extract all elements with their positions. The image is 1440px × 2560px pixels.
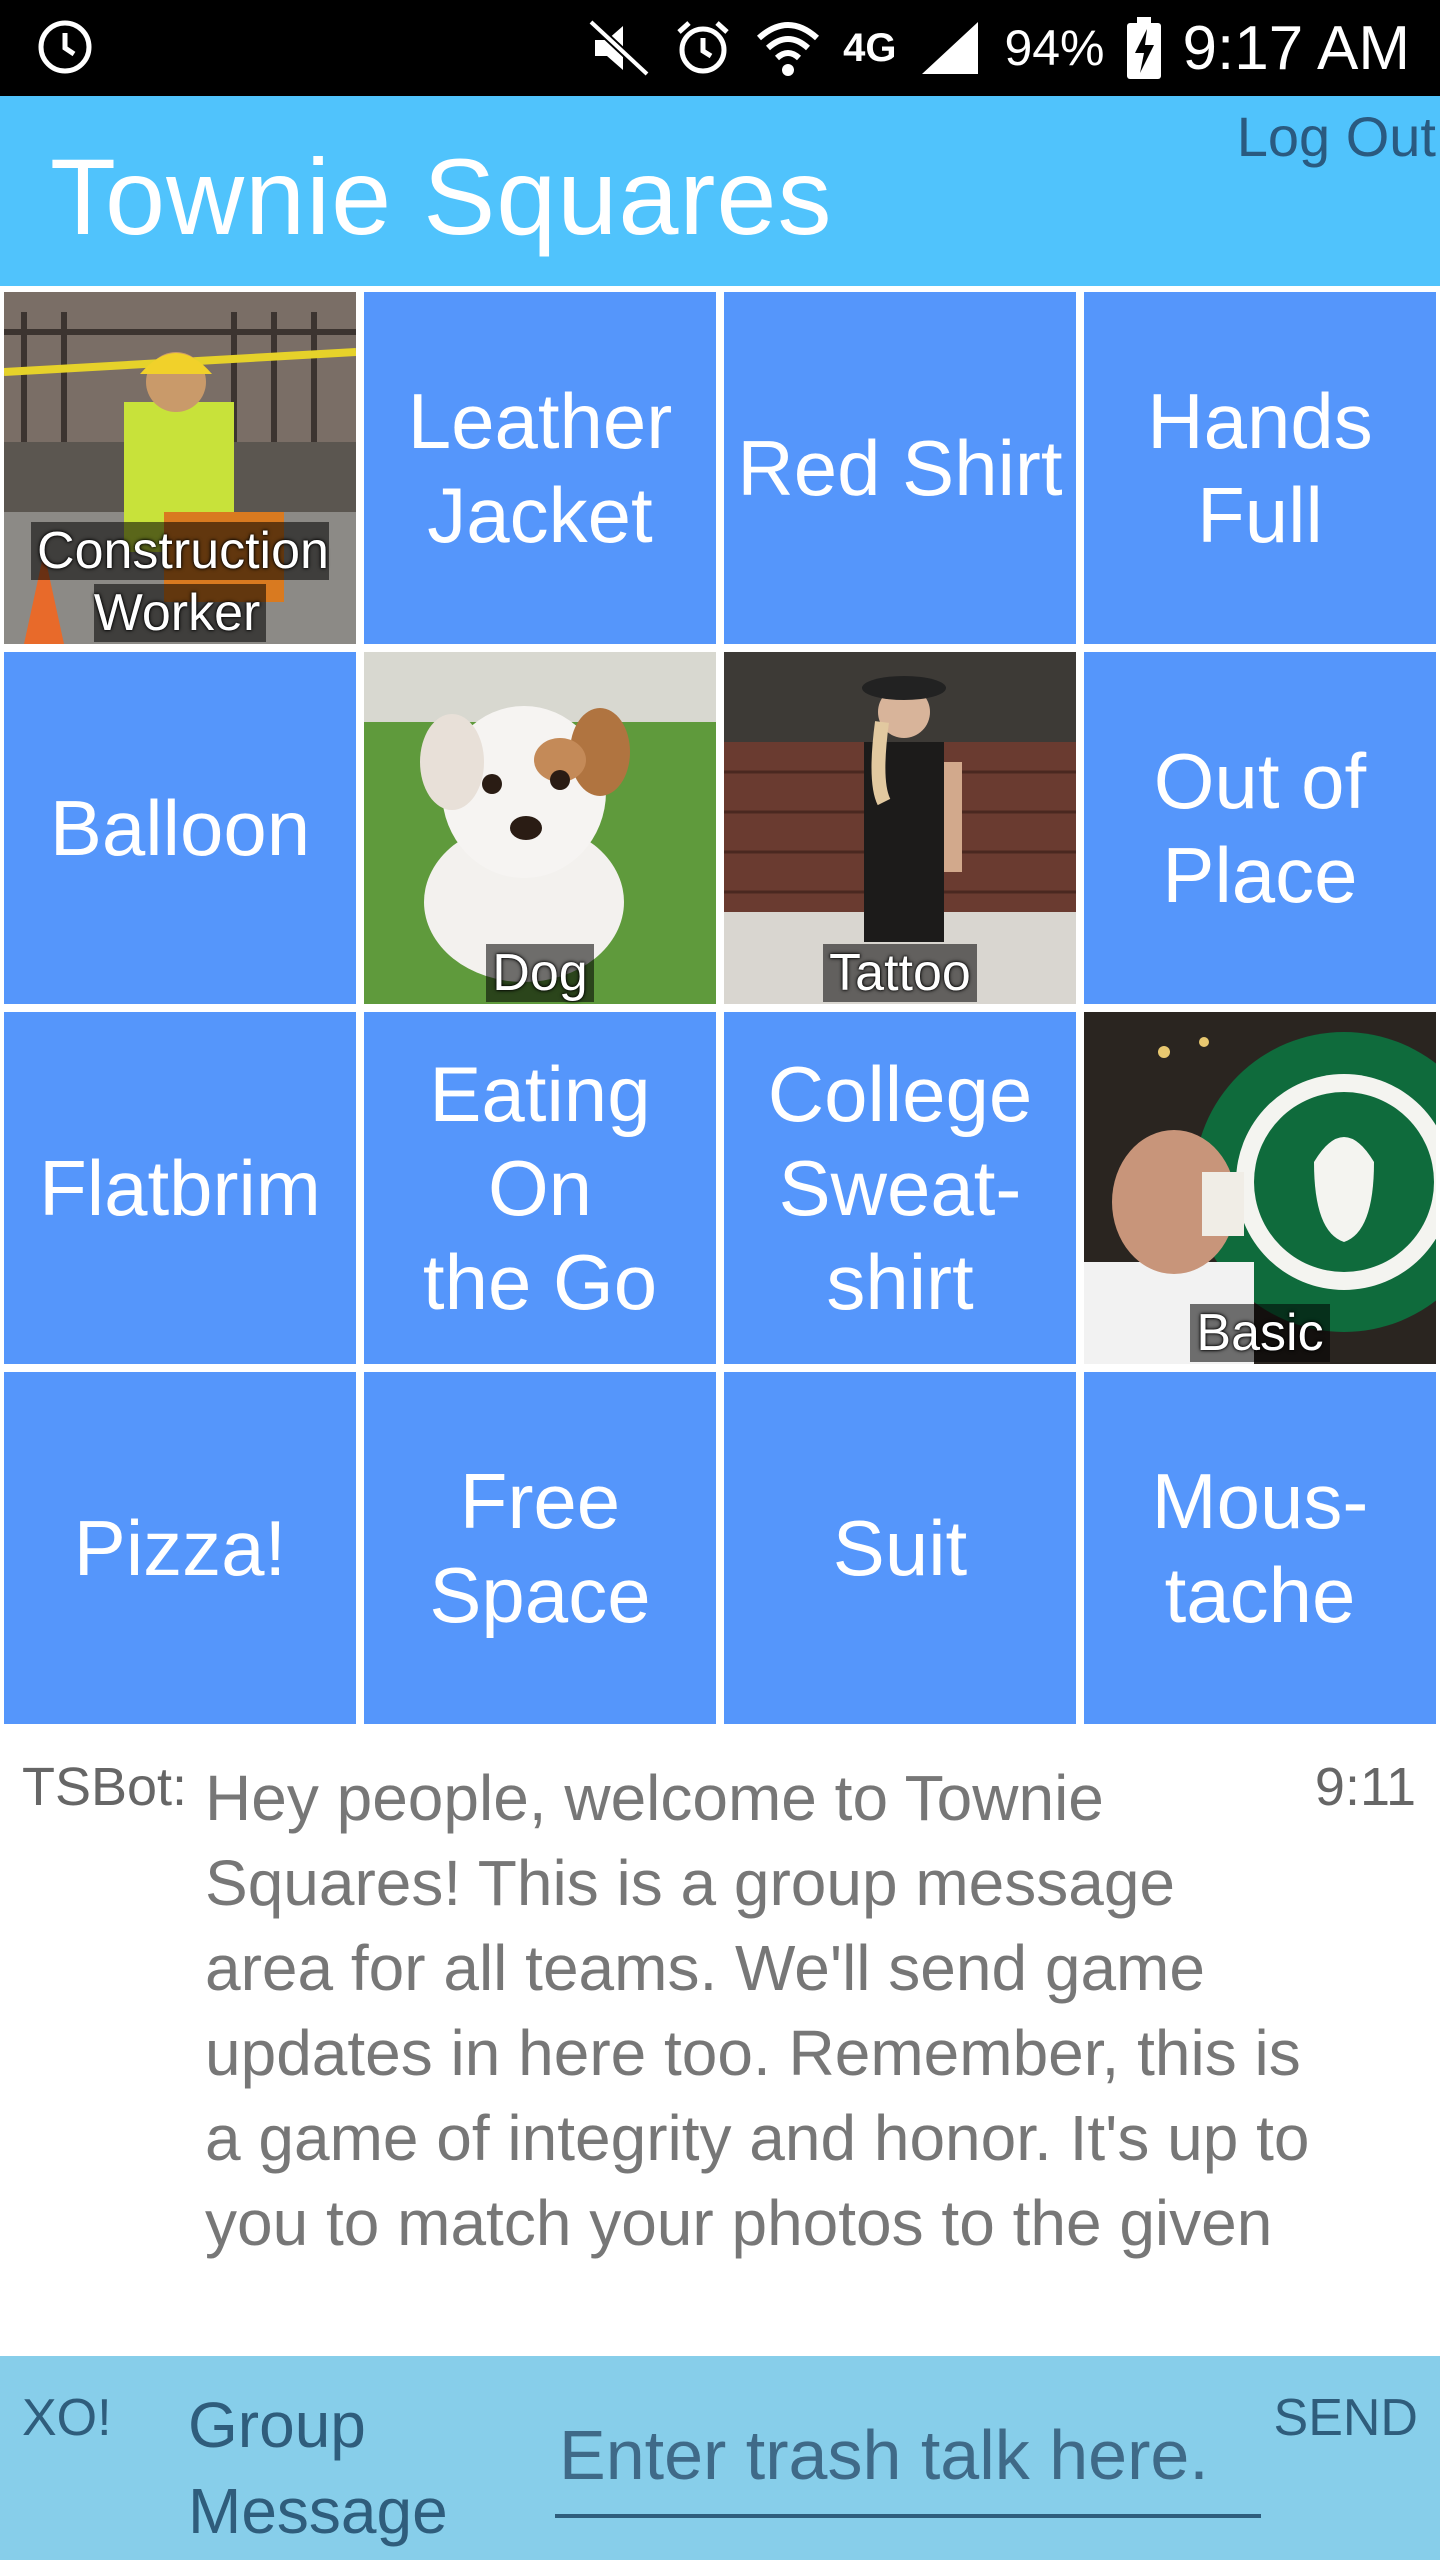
square-flatbrim[interactable]: Flatbrim <box>4 1012 356 1364</box>
square-label: Construction Worker <box>31 522 329 642</box>
square-balloon[interactable]: Balloon <box>4 652 356 1004</box>
network-4g-icon: 4G <box>843 25 897 70</box>
square-label: Eating On the Go <box>422 1050 658 1326</box>
square-red-shirt[interactable]: Red Shirt <box>724 292 1076 644</box>
message-text: Hey people, welcome to Townie Squares! T… <box>205 1762 1310 2259</box>
square-label: College Sweat- shirt <box>767 1050 1033 1326</box>
square-label: Pizza! <box>73 1504 287 1592</box>
square-eating-on-the-go[interactable]: Eating On the Go <box>364 1012 716 1364</box>
square-out-of-place[interactable]: Out of Place <box>1084 652 1436 1004</box>
signal-icon <box>922 22 979 74</box>
status-bar: 4G 94% 9:17 AM <box>0 0 1440 96</box>
trash-talk-input[interactable] <box>555 2396 1261 2518</box>
battery-percentage: 94% <box>1004 20 1105 76</box>
square-label: Balloon <box>49 784 311 872</box>
square-pizza[interactable]: Pizza! <box>4 1372 356 1724</box>
square-label: Suit <box>832 1504 968 1592</box>
square-dog[interactable]: Dog <box>364 652 716 1004</box>
square-free-space[interactable]: Free Space <box>364 1372 716 1724</box>
square-label: Dog <box>486 944 594 1002</box>
square-suit[interactable]: Suit <box>724 1372 1076 1724</box>
send-button[interactable]: SEND <box>1274 2388 1418 2448</box>
app-title: Townie Squares <box>50 136 833 257</box>
mute-icon <box>588 19 650 77</box>
square-label: Flatbrim <box>39 1144 321 1232</box>
group-message-toggle[interactable]: Group Message <box>188 2382 448 2554</box>
square-label: Leather Jacket <box>407 377 673 559</box>
alarm-icon <box>677 21 729 74</box>
xo-button[interactable]: XO! <box>22 2388 112 2448</box>
square-label: Basic <box>1190 1304 1330 1362</box>
wifi-icon <box>757 22 820 76</box>
message-sender: TSBot: <box>22 1757 188 1817</box>
square-label: Hands Full <box>1147 377 1373 559</box>
battery-charging-icon <box>1126 17 1161 79</box>
square-label: Free Space <box>429 1457 651 1639</box>
square-label: Out of Place <box>1153 737 1367 919</box>
square-college-sweatshirt[interactable]: College Sweat- shirt <box>724 1012 1076 1364</box>
square-basic[interactable]: Basic <box>1084 1012 1436 1364</box>
square-hands-full[interactable]: Hands Full <box>1084 292 1436 644</box>
square-tattoo[interactable]: Tattoo <box>724 652 1076 1004</box>
clock-icon <box>38 20 92 74</box>
logout-button[interactable]: Log Out <box>1237 104 1436 169</box>
bingo-board: Construction Worker Leather Jacket Red S… <box>0 286 1440 1726</box>
square-construction-worker[interactable]: Construction Worker <box>4 292 356 644</box>
square-moustache[interactable]: Mous- tache <box>1084 1372 1436 1724</box>
app-bar: Townie Squares Log Out <box>0 96 1440 286</box>
message-composer: XO! Group Message SEND <box>0 2356 1440 2560</box>
clock-time: 9:17 AM <box>1182 13 1410 83</box>
group-chat[interactable]: TSBot: Hey people, welcome to Townie Squ… <box>0 1726 1440 2356</box>
square-label: Red Shirt <box>737 424 1063 512</box>
square-label: Tattoo <box>823 944 977 1002</box>
square-label: Mous- tache <box>1151 1457 1369 1639</box>
message-time: 9:11 <box>1314 1757 1416 1817</box>
square-leather-jacket[interactable]: Leather Jacket <box>364 292 716 644</box>
